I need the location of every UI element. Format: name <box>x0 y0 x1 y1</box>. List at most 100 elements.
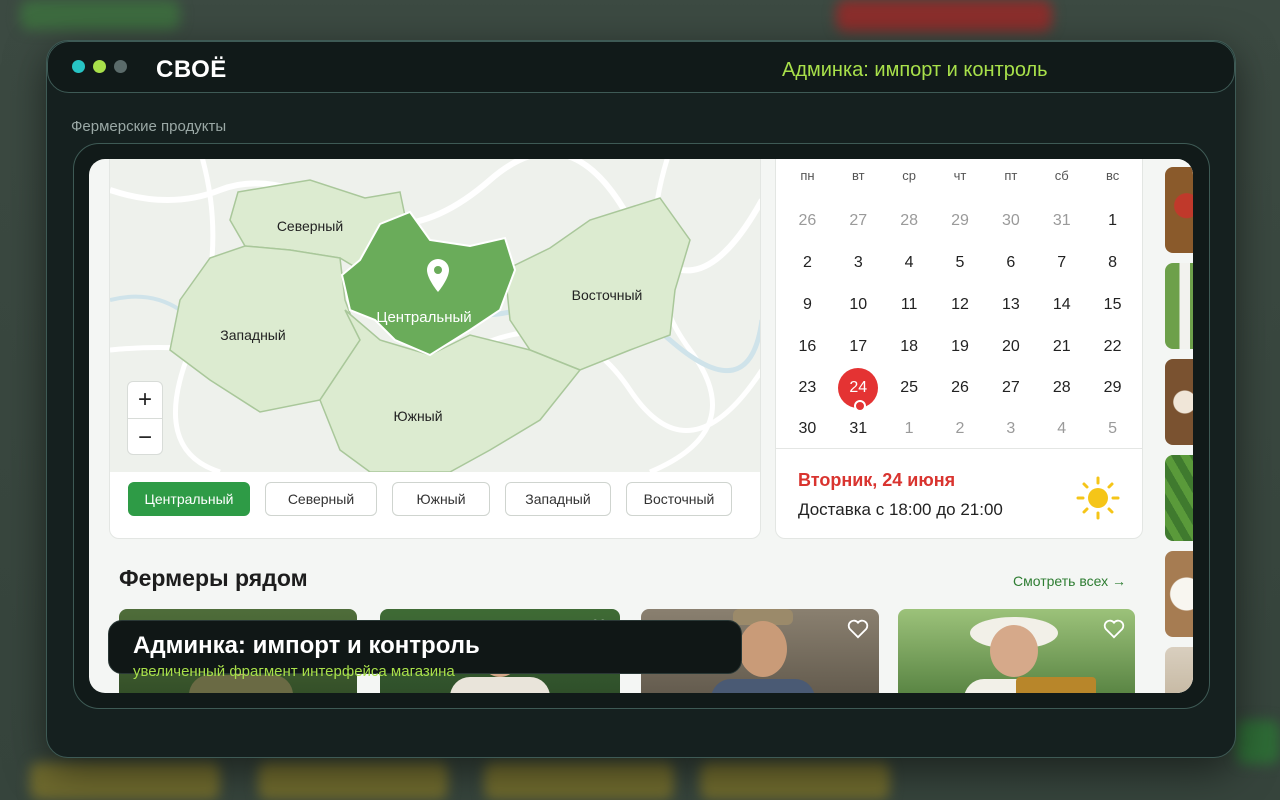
calendar-day[interactable]: 4 <box>884 248 935 278</box>
weekday-label: ср <box>902 168 916 183</box>
zoom-control: + − <box>127 381 163 455</box>
brand-logo: СВОЁ <box>156 56 227 83</box>
calendar-day[interactable]: 20 <box>985 332 1036 362</box>
zoom-in-button[interactable]: + <box>128 382 162 419</box>
district-chips: Центральный Северный Южный Западный Вост… <box>128 482 732 516</box>
title-bar: СВОЁ Админка: импорт и контроль <box>47 41 1235 93</box>
calendar-day[interactable]: 3 <box>833 248 884 278</box>
district-label-east: Восточный <box>572 287 643 303</box>
calendar-day[interactable]: 19 <box>935 332 986 362</box>
weekday-label: чт <box>953 168 967 183</box>
district-label-north: Северный <box>277 218 343 234</box>
calendar-week: 23 24 25 26 27 28 29 <box>782 368 1138 412</box>
weekday-label: пн <box>800 168 815 183</box>
calendar-day[interactable]: 24 <box>833 368 884 412</box>
calendar-week: 9 10 11 12 13 14 15 <box>782 290 1138 320</box>
calendar-day[interactable]: 28 <box>884 206 935 236</box>
calendar-divider <box>776 448 1142 449</box>
delivery-calendar-card: пн вт ср чт пт сб вс 26 27 28 29 30 31 1 2 3 4 5 6 7… <box>775 159 1143 539</box>
calendar-day[interactable]: 3 <box>985 414 1036 444</box>
calendar-day[interactable]: 27 <box>833 206 884 236</box>
calendar-day[interactable]: 26 <box>782 206 833 236</box>
calendar-day[interactable]: 7 <box>1036 248 1087 278</box>
farmer-photo <box>964 617 1096 693</box>
calendar-day[interactable]: 17 <box>833 332 884 362</box>
product-thumbnails <box>1157 159 1193 693</box>
delivery-map-card: Северный Центральный Восточный Западный … <box>109 159 761 539</box>
calendar-day[interactable]: 8 <box>1087 248 1138 278</box>
calendar-day[interactable]: 13 <box>985 290 1036 320</box>
calendar-day[interactable]: 4 <box>1036 414 1087 444</box>
chip-central[interactable]: Центральный <box>128 482 250 516</box>
product-thumb-milk[interactable] <box>1165 263 1193 349</box>
calendar-day[interactable]: 12 <box>935 290 986 320</box>
store-viewport: Северный Центральный Восточный Западный … <box>89 159 1193 693</box>
product-thumb-eggs[interactable] <box>1165 359 1193 445</box>
delivery-map[interactable]: Северный Центральный Восточный Западный … <box>110 159 761 472</box>
chip-west[interactable]: Западный <box>505 482 611 516</box>
district-label-west: Западный <box>220 327 285 343</box>
calendar-day[interactable]: 5 <box>1087 414 1138 444</box>
calendar-day[interactable]: 23 <box>782 373 833 403</box>
chip-south[interactable]: Южный <box>392 482 490 516</box>
calendar-day[interactable]: 31 <box>1036 206 1087 236</box>
calendar-day[interactable]: 14 <box>1036 290 1087 320</box>
district-label-central: Центральный <box>376 309 471 326</box>
calendar-day[interactable]: 9 <box>782 290 833 320</box>
caption-subtitle: увеличенный фрагмент интерфейса магазина <box>133 663 455 680</box>
window-dot-3[interactable] <box>114 60 127 73</box>
window-dot-1[interactable] <box>72 60 85 73</box>
product-thumb-jar[interactable] <box>1165 647 1193 693</box>
district-label-south: Южный <box>393 408 442 424</box>
calendar-day[interactable]: 28 <box>1036 373 1087 403</box>
calendar-day[interactable]: 31 <box>833 414 884 444</box>
window-dot-2[interactable] <box>93 60 106 73</box>
calendar-day[interactable]: 30 <box>985 206 1036 236</box>
calendar-day[interactable]: 1 <box>1087 206 1138 236</box>
see-all-label: Смотреть всех <box>1013 573 1109 589</box>
calendar-day[interactable]: 27 <box>985 373 1036 403</box>
weekday-label: вс <box>1105 168 1120 183</box>
calendar-week: 2345678 <box>782 248 1138 278</box>
calendar-day[interactable]: 6 <box>985 248 1036 278</box>
caption-overlay: Админка: импорт и контроль увеличенный ф… <box>108 620 742 680</box>
heart-icon[interactable] <box>1103 619 1125 639</box>
weekday-label: вт <box>851 168 865 183</box>
calendar-week: 26 27 28 29 30 31 1 <box>782 206 1138 236</box>
farmers-heading: Фермеры рядом <box>119 565 308 591</box>
product-thumb-tomatoes[interactable] <box>1165 167 1193 253</box>
calendar-day[interactable]: 26 <box>935 373 986 403</box>
see-all-link[interactable]: Смотреть всех → <box>1013 573 1126 589</box>
calendar-day[interactable]: 18 <box>884 332 935 362</box>
heart-icon[interactable] <box>847 619 869 639</box>
arrow-right-icon: → <box>1111 573 1126 589</box>
chip-north[interactable]: Северный <box>265 482 377 516</box>
farmer-card[interactable] <box>898 609 1135 693</box>
calendar-day[interactable]: 21 <box>1036 332 1087 362</box>
calendar-day[interactable]: 25 <box>884 373 935 403</box>
product-thumb-cucumbers[interactable] <box>1165 455 1193 541</box>
zoom-out-button[interactable]: − <box>128 419 162 456</box>
calendar-day[interactable]: 10 <box>833 290 884 320</box>
calendar-day[interactable]: 22 <box>1087 332 1138 362</box>
calendar-day[interactable]: 16 <box>782 332 833 362</box>
chip-east[interactable]: Восточный <box>626 482 732 516</box>
window-title: Админка: импорт и контроль <box>782 59 1048 81</box>
calendar-day[interactable]: 29 <box>935 206 986 236</box>
calendar-week: 16 17 18 19 20 21 22 <box>782 332 1138 362</box>
product-thumb-dairy[interactable] <box>1165 551 1193 637</box>
calendar-day[interactable]: 15 <box>1087 290 1138 320</box>
sun-icon <box>1076 476 1120 520</box>
calendar-day[interactable]: 1 <box>884 414 935 444</box>
calendar-day[interactable]: 30 <box>782 414 833 444</box>
caption-title: Админка: импорт и контроль <box>133 632 480 659</box>
calendar-day[interactable]: 29 <box>1087 373 1138 403</box>
weekday-label: пт <box>1004 168 1018 183</box>
calendar-day[interactable]: 5 <box>935 248 986 278</box>
calendar-day[interactable]: 2 <box>935 414 986 444</box>
calendar-day[interactable]: 2 <box>782 248 833 278</box>
delivery-window: Доставка с 18:00 до 21:00 <box>798 500 1003 519</box>
calendar-day[interactable]: 11 <box>884 290 935 320</box>
selected-date: Вторник, 24 июня <box>798 470 956 490</box>
calendar-week: 30 31 1 2 3 4 5 <box>782 414 1138 444</box>
